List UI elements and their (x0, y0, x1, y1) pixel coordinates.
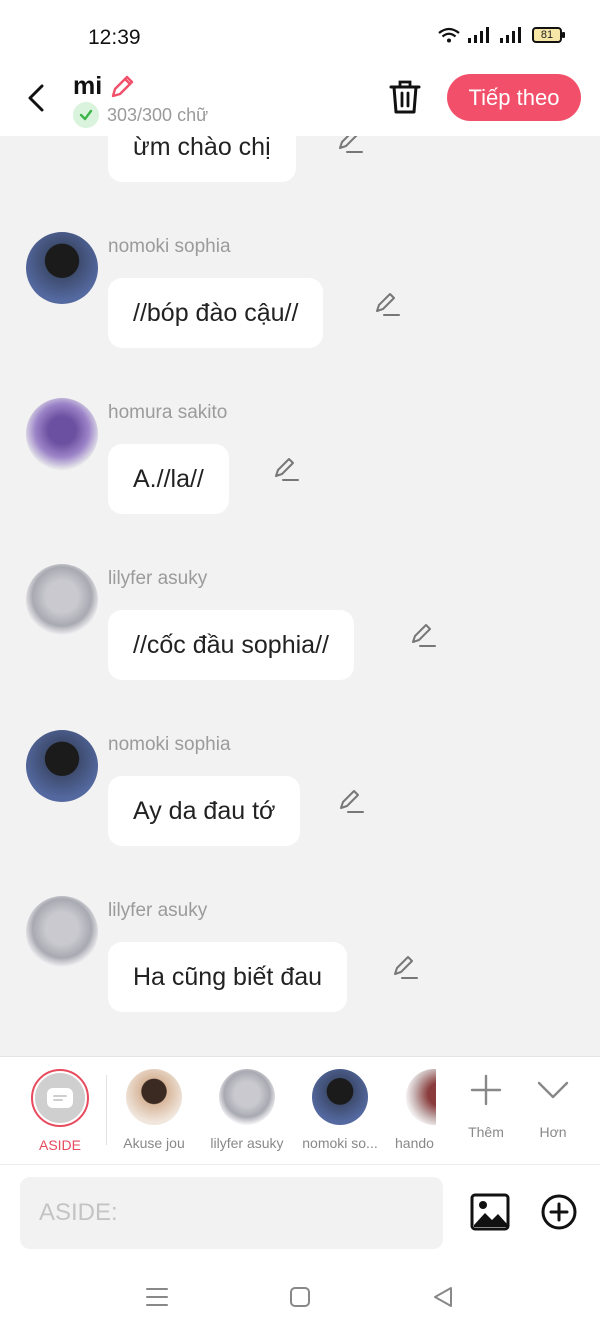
word-count: 303/300 chữ (73, 102, 208, 128)
character-label: Akuse jou (123, 1135, 185, 1151)
header: mi 303/300 chữ Tiếp theo (0, 66, 600, 136)
message-sender: homura sakito (108, 402, 228, 423)
battery-indicator: 81 (532, 27, 565, 43)
status-icons: 81 (438, 27, 565, 43)
word-count-text: 303/300 chữ (107, 104, 209, 125)
character-item[interactable]: nomoki so... (295, 1069, 385, 1151)
avatar[interactable] (26, 564, 98, 636)
story-title-text: mi (73, 72, 103, 100)
edit-pencil-icon[interactable] (272, 456, 300, 484)
character-label: lilyfer asuky (210, 1135, 284, 1151)
avatar[interactable] (26, 398, 98, 470)
plus-icon (470, 1074, 502, 1106)
message-sender: nomoki sophia (108, 734, 231, 755)
character-label: ASIDE (38, 1137, 81, 1153)
edit-pencil-icon[interactable] (373, 291, 401, 319)
menu-icon[interactable] (144, 1284, 170, 1310)
message-bubble[interactable]: //cốc đầu sophia// (108, 610, 354, 680)
back-icon[interactable] (430, 1284, 456, 1310)
character-item[interactable]: lilyfer asuky (202, 1069, 292, 1151)
chevron-down-icon (537, 1081, 569, 1099)
message-sender: lilyfer asuky (108, 900, 208, 921)
edit-pencil-icon[interactable] (391, 954, 419, 982)
edit-pencil-icon[interactable] (337, 788, 365, 816)
character-item[interactable]: hando (388, 1069, 436, 1151)
edit-pencil-icon[interactable] (336, 136, 364, 156)
pencil-icon[interactable] (108, 73, 136, 101)
image-icon[interactable] (470, 1193, 510, 1231)
message-bubble[interactable]: Ay da đau tớ (108, 776, 301, 846)
message-bubble[interactable]: //bóp đào cậu// (108, 278, 324, 348)
next-button[interactable]: Tiếp theo (447, 74, 581, 121)
aside-avatar (31, 1069, 89, 1127)
wifi-icon (438, 27, 460, 43)
avatar (219, 1069, 275, 1125)
composer (0, 1164, 600, 1260)
story-title[interactable]: mi (73, 72, 136, 101)
signal-icon (468, 27, 489, 43)
message-sender: lilyfer asuky (108, 568, 208, 589)
signal-icon (500, 27, 521, 43)
add-character-button[interactable]: Thêm (448, 1069, 524, 1140)
message-bubble[interactable]: A.//la// (108, 444, 229, 514)
back-arrow-icon[interactable] (22, 78, 52, 118)
more-label: Hơn (539, 1124, 567, 1140)
avatar[interactable] (26, 232, 98, 304)
narration-icon (47, 1088, 73, 1108)
message-bubble[interactable]: Ha cũng biết đau (108, 942, 348, 1012)
check-icon (73, 102, 99, 128)
avatar (312, 1069, 368, 1125)
divider (106, 1075, 107, 1145)
system-nav-bar (0, 1260, 600, 1333)
status-bar: 12:39 81 (0, 0, 600, 66)
message-input[interactable] (20, 1177, 443, 1249)
chat-list[interactable]: ừm chào chị nomoki sophia //bóp đào cậu/… (0, 136, 600, 1056)
add-circle-icon[interactable] (540, 1193, 578, 1231)
message-bubble[interactable]: ừm chào chị (108, 136, 296, 182)
more-button[interactable]: Hơn (515, 1069, 591, 1140)
status-time: 12:39 (88, 26, 141, 49)
character-bar: ASIDE Akuse jou lilyfer asuky nomoki so.… (0, 1056, 600, 1164)
character-item[interactable]: Akuse jou (109, 1069, 199, 1151)
avatar (406, 1069, 436, 1125)
character-label: hando (395, 1135, 434, 1151)
message-sender: nomoki sophia (108, 236, 231, 257)
trash-icon[interactable] (388, 78, 422, 116)
edit-pencil-icon[interactable] (409, 622, 437, 650)
character-aside[interactable]: ASIDE (15, 1069, 105, 1153)
avatar (126, 1069, 182, 1125)
avatar[interactable] (26, 730, 98, 802)
add-label: Thêm (468, 1124, 504, 1140)
home-icon[interactable] (287, 1284, 313, 1310)
character-label: nomoki so... (302, 1135, 378, 1151)
avatar[interactable] (26, 896, 98, 968)
